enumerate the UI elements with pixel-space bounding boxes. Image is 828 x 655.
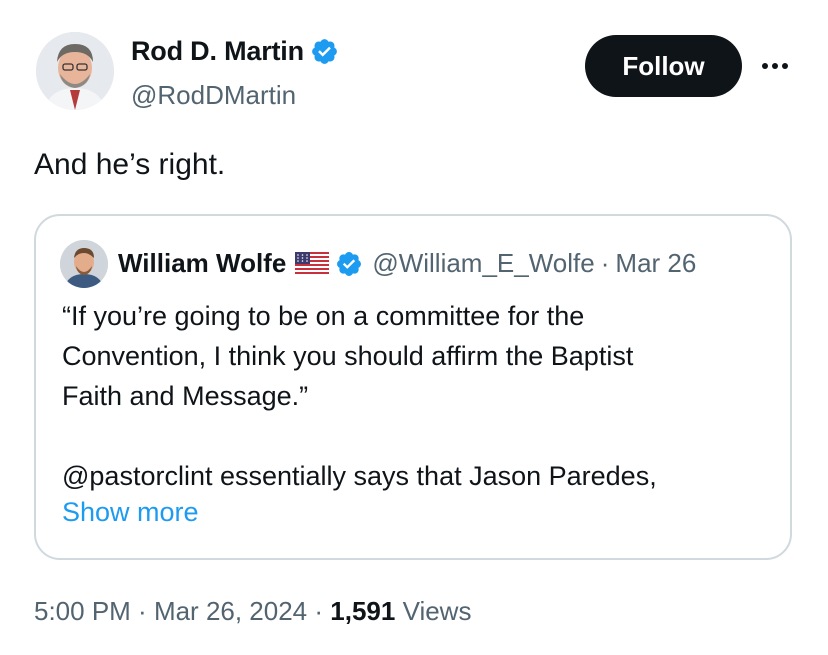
- author-name[interactable]: Rod D. Martin: [131, 36, 304, 67]
- follow-button[interactable]: Follow: [585, 35, 742, 97]
- quoted-tweet-header: William Wolfe @William_E_Wolfe · Mar 26: [118, 248, 696, 279]
- quoted-verified-badge-icon[interactable]: [335, 250, 363, 278]
- more-horizontal-icon[interactable]: [758, 58, 792, 74]
- quoted-text-line: Faith and Message.”: [62, 381, 309, 411]
- quoted-avatar-image: [60, 240, 108, 288]
- quoted-tweet-card[interactable]: William Wolfe @William_E_Wolfe · Mar 26 …: [34, 214, 792, 560]
- quoted-mention-line: @pastorclint essentially says that Jason…: [62, 461, 657, 491]
- quoted-separator: ·: [600, 248, 610, 278]
- views-label: Views: [395, 596, 472, 626]
- tweet-time[interactable]: 5:00 PM: [34, 596, 131, 626]
- meta-separator: ·: [130, 596, 154, 626]
- views-count: 1,591: [330, 596, 396, 626]
- tweet-date[interactable]: Mar 26, 2024: [154, 596, 307, 626]
- quoted-author-name[interactable]: William Wolfe: [118, 248, 286, 279]
- quoted-text-line: “If you’re going to be on a committee fo…: [62, 301, 585, 331]
- quoted-text-line: Convention, I think you should affirm th…: [62, 341, 634, 371]
- avatar-image: [36, 32, 114, 110]
- quoted-date[interactable]: Mar 26: [615, 248, 696, 279]
- author-name-row: Rod D. Martin: [131, 36, 339, 67]
- verified-badge-icon[interactable]: [310, 37, 339, 66]
- tweet-text: And he’s right.: [34, 148, 226, 181]
- author-avatar[interactable]: [36, 32, 114, 110]
- quoted-author-handle[interactable]: @William_E_Wolfe: [372, 248, 594, 279]
- tweet-meta: 5:00 PM · Mar 26, 2024 · 1,591 Views: [34, 596, 471, 627]
- meta-separator: ·: [307, 596, 331, 626]
- show-more-link[interactable]: Show more: [62, 497, 199, 528]
- author-handle[interactable]: @RodDMartin: [131, 80, 296, 111]
- quoted-author-avatar[interactable]: [60, 240, 108, 288]
- quoted-tweet-text: “If you’re going to be on a committee fo…: [62, 296, 772, 416]
- us-flag-icon: [295, 251, 330, 276]
